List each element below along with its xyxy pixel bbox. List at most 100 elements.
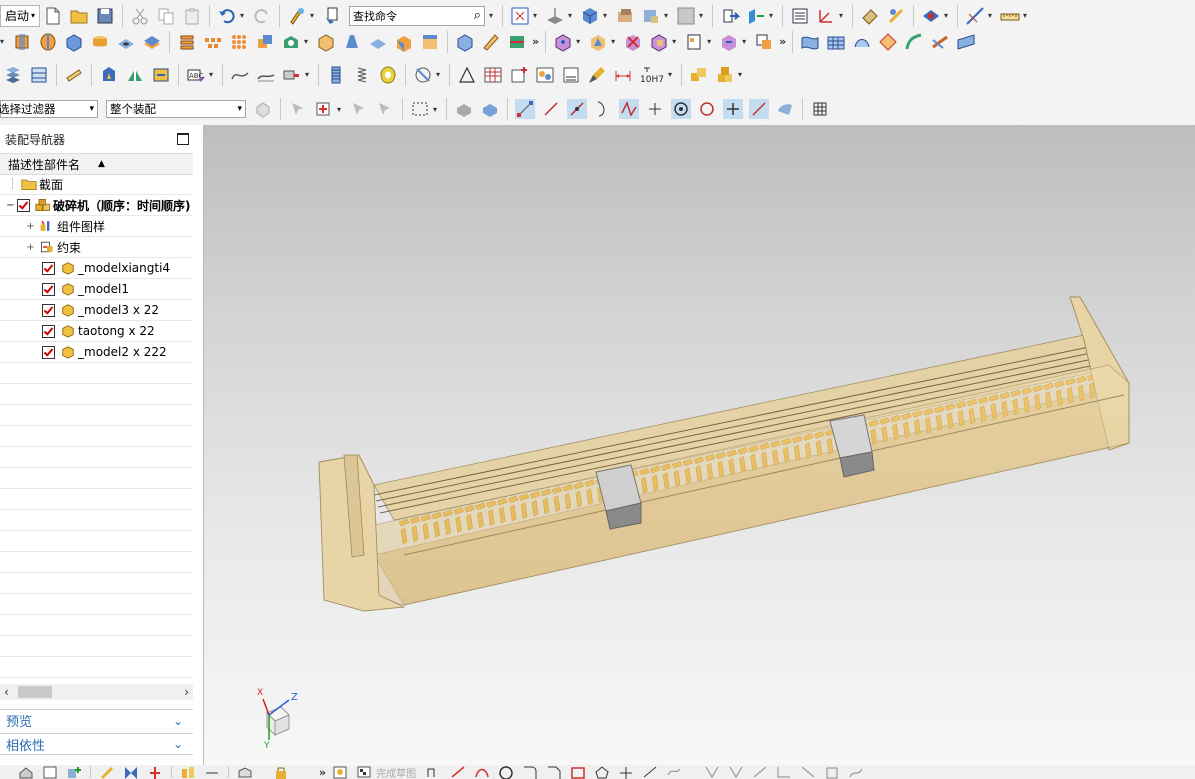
add-view-icon[interactable]: [66, 765, 82, 779]
select-feature-icon[interactable]: [288, 99, 308, 119]
tree-row-part[interactable]: _model1: [0, 279, 193, 300]
unite-icon[interactable]: [255, 32, 275, 52]
profile-icon[interactable]: [426, 765, 442, 779]
column-header[interactable]: 描述性部件名 ▲: [0, 153, 193, 175]
snap-line-icon[interactable]: [541, 99, 561, 119]
search-dropdown-icon[interactable]: ▾: [489, 11, 496, 20]
expand-icon[interactable]: +: [26, 221, 35, 232]
line-tool-icon[interactable]: [450, 765, 466, 779]
shell-icon[interactable]: [316, 32, 336, 52]
blend-surface-icon[interactable]: [930, 32, 950, 52]
gold-dropdown-icon[interactable]: ▾: [738, 70, 745, 79]
snap-quadrant-icon[interactable]: [697, 99, 717, 119]
replace-face-icon[interactable]: [420, 32, 440, 52]
interference-icon[interactable]: [754, 32, 774, 52]
chevron-down-icon[interactable]: ⌄: [173, 714, 183, 728]
studio-spline-icon[interactable]: [642, 765, 658, 779]
measure-icon[interactable]: [860, 6, 880, 26]
stack-layers-icon[interactable]: [3, 65, 23, 85]
derived-line-icon[interactable]: [776, 765, 792, 779]
paint-brush-icon[interactable]: [587, 65, 607, 85]
copy-icon[interactable]: [156, 6, 176, 26]
offset-face-icon[interactable]: [368, 32, 388, 52]
selection-scope-icon[interactable]: [314, 99, 334, 119]
color-swatch-icon[interactable]: [676, 6, 696, 26]
snap-midpoint-icon[interactable]: [567, 99, 587, 119]
paste-icon[interactable]: [182, 6, 202, 26]
project-curve-icon[interactable]: [752, 765, 768, 779]
array-feature-icon[interactable]: [203, 32, 223, 52]
thicken-icon[interactable]: [455, 32, 475, 52]
wcs-icon[interactable]: [816, 6, 836, 26]
rectangle-select-icon[interactable]: [410, 99, 430, 119]
snap-endpoint-icon[interactable]: [515, 99, 535, 119]
assembly-constraint-icon[interactable]: [588, 32, 608, 52]
pattern-curve-icon[interactable]: [704, 765, 720, 779]
row2-overflow-icon[interactable]: ▾: [0, 37, 7, 46]
tree-row-crusher-assembly[interactable]: − 破碎机（顺序：时间顺序): [0, 195, 193, 216]
view-sheet-icon[interactable]: [42, 765, 58, 779]
scope-dropdown-icon[interactable]: ▾: [337, 105, 344, 114]
weld-dropdown-icon[interactable]: ▾: [436, 70, 443, 79]
scroll-left-icon[interactable]: ‹: [4, 685, 9, 699]
subtract-icon[interactable]: [281, 32, 301, 52]
bridge-surface-icon[interactable]: [904, 32, 924, 52]
view-orient-icon[interactable]: [237, 765, 253, 779]
undo-icon[interactable]: [217, 6, 237, 26]
chevron-down-icon[interactable]: ⌄: [173, 737, 183, 751]
cylinder-icon[interactable]: [90, 32, 110, 52]
dimension-tool-icon[interactable]: [204, 765, 220, 779]
snap-dropdown-icon[interactable]: ▾: [944, 11, 951, 20]
orient-view-icon[interactable]: [545, 6, 565, 26]
boolean-dropdown-icon[interactable]: ▾: [304, 37, 311, 46]
orient-dropdown-icon[interactable]: ▾: [568, 11, 575, 20]
row2-more-chevron-icon[interactable]: »: [532, 35, 539, 48]
cut-icon[interactable]: [130, 6, 150, 26]
resize-face-icon[interactable]: [151, 65, 171, 85]
wcs-dropdown-icon[interactable]: ▾: [839, 11, 846, 20]
explode-icon[interactable]: [623, 32, 643, 52]
boss-icon[interactable]: [142, 32, 162, 52]
select-dropdown-icon[interactable]: ▾: [310, 11, 317, 20]
horizontal-scrollbar[interactable]: ‹ ›: [0, 684, 193, 700]
datum-triangle-icon[interactable]: [457, 65, 477, 85]
threaded-icon[interactable]: [326, 65, 346, 85]
visibility-checkbox[interactable]: [42, 303, 55, 317]
tree-row-part[interactable]: taotong x 22: [0, 321, 193, 342]
point-tool-icon[interactable]: [618, 765, 634, 779]
pattern-dropdown-icon[interactable]: ▾: [707, 37, 714, 46]
redo-icon[interactable]: [252, 6, 272, 26]
snap-on-curve-icon[interactable]: [749, 99, 769, 119]
add-component-dropdown-icon[interactable]: ▾: [576, 37, 583, 46]
render-dropdown-icon[interactable]: ▾: [603, 11, 610, 20]
draft-icon[interactable]: [342, 32, 362, 52]
maximize-icon[interactable]: [177, 133, 189, 145]
visibility-checkbox[interactable]: [42, 324, 55, 338]
new-file-icon[interactable]: [43, 6, 63, 26]
snap-center-icon[interactable]: [671, 99, 691, 119]
graphics-viewport[interactable]: X Z Y: [204, 125, 1195, 765]
sheet-metal-icon[interactable]: [64, 65, 84, 85]
open-folder-icon[interactable]: [69, 6, 89, 26]
info-sheet-icon[interactable]: [561, 65, 581, 85]
filter-combo[interactable]: 选择过滤器 ▾: [0, 100, 98, 118]
mirror-assembly-icon[interactable]: [649, 32, 669, 52]
background-icon[interactable]: [615, 6, 635, 26]
rectangle-dropdown-icon[interactable]: ▾: [433, 105, 440, 114]
face-select-icon[interactable]: [480, 99, 500, 119]
tree-row-part[interactable]: _model2 x 222: [0, 342, 193, 363]
visibility-checkbox[interactable]: [42, 282, 55, 296]
mesh-surface-icon[interactable]: [826, 32, 846, 52]
arc-tool-icon[interactable]: [474, 765, 490, 779]
tolerance-dropdown-icon[interactable]: ▾: [668, 70, 675, 79]
snap-on-face-icon[interactable]: [775, 99, 795, 119]
wave-dropdown-icon[interactable]: ▾: [742, 37, 749, 46]
body-select-icon[interactable]: [454, 99, 474, 119]
mirror-icon[interactable]: [123, 765, 139, 779]
spring-icon[interactable]: [352, 65, 372, 85]
offset-surface-icon[interactable]: [956, 32, 976, 52]
snap-control-icon[interactable]: [619, 99, 639, 119]
wave-link-icon[interactable]: [719, 32, 739, 52]
polygon-tool-icon[interactable]: [594, 765, 610, 779]
sketch-icon[interactable]: [99, 765, 115, 779]
